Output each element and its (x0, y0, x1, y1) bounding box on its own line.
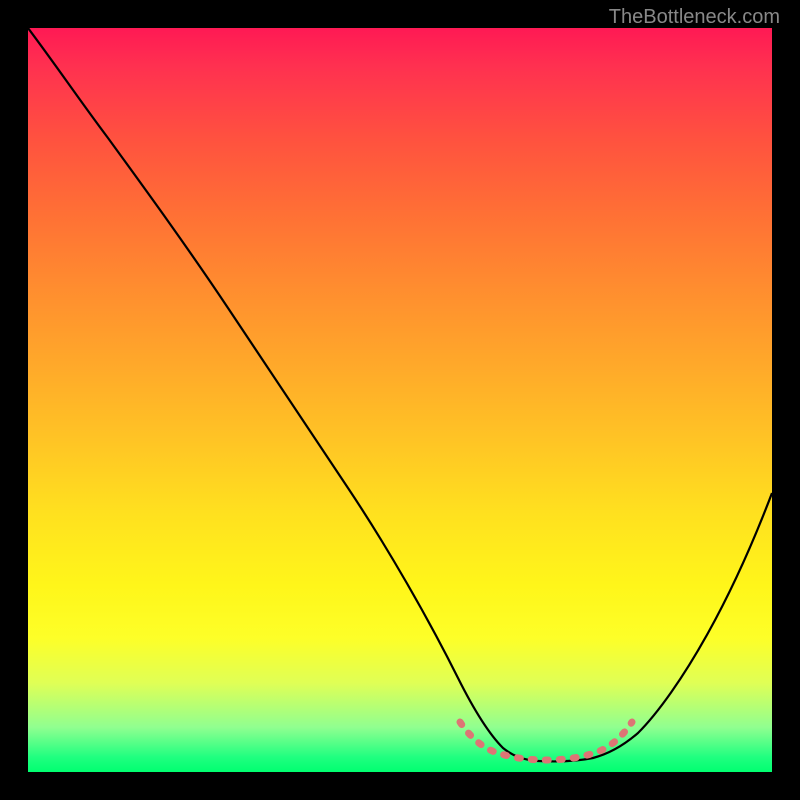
bottleneck-curve-svg (28, 28, 772, 772)
chart-area (28, 28, 772, 772)
watermark-text: TheBottleneck.com (609, 6, 780, 29)
main-curve (28, 28, 772, 761)
